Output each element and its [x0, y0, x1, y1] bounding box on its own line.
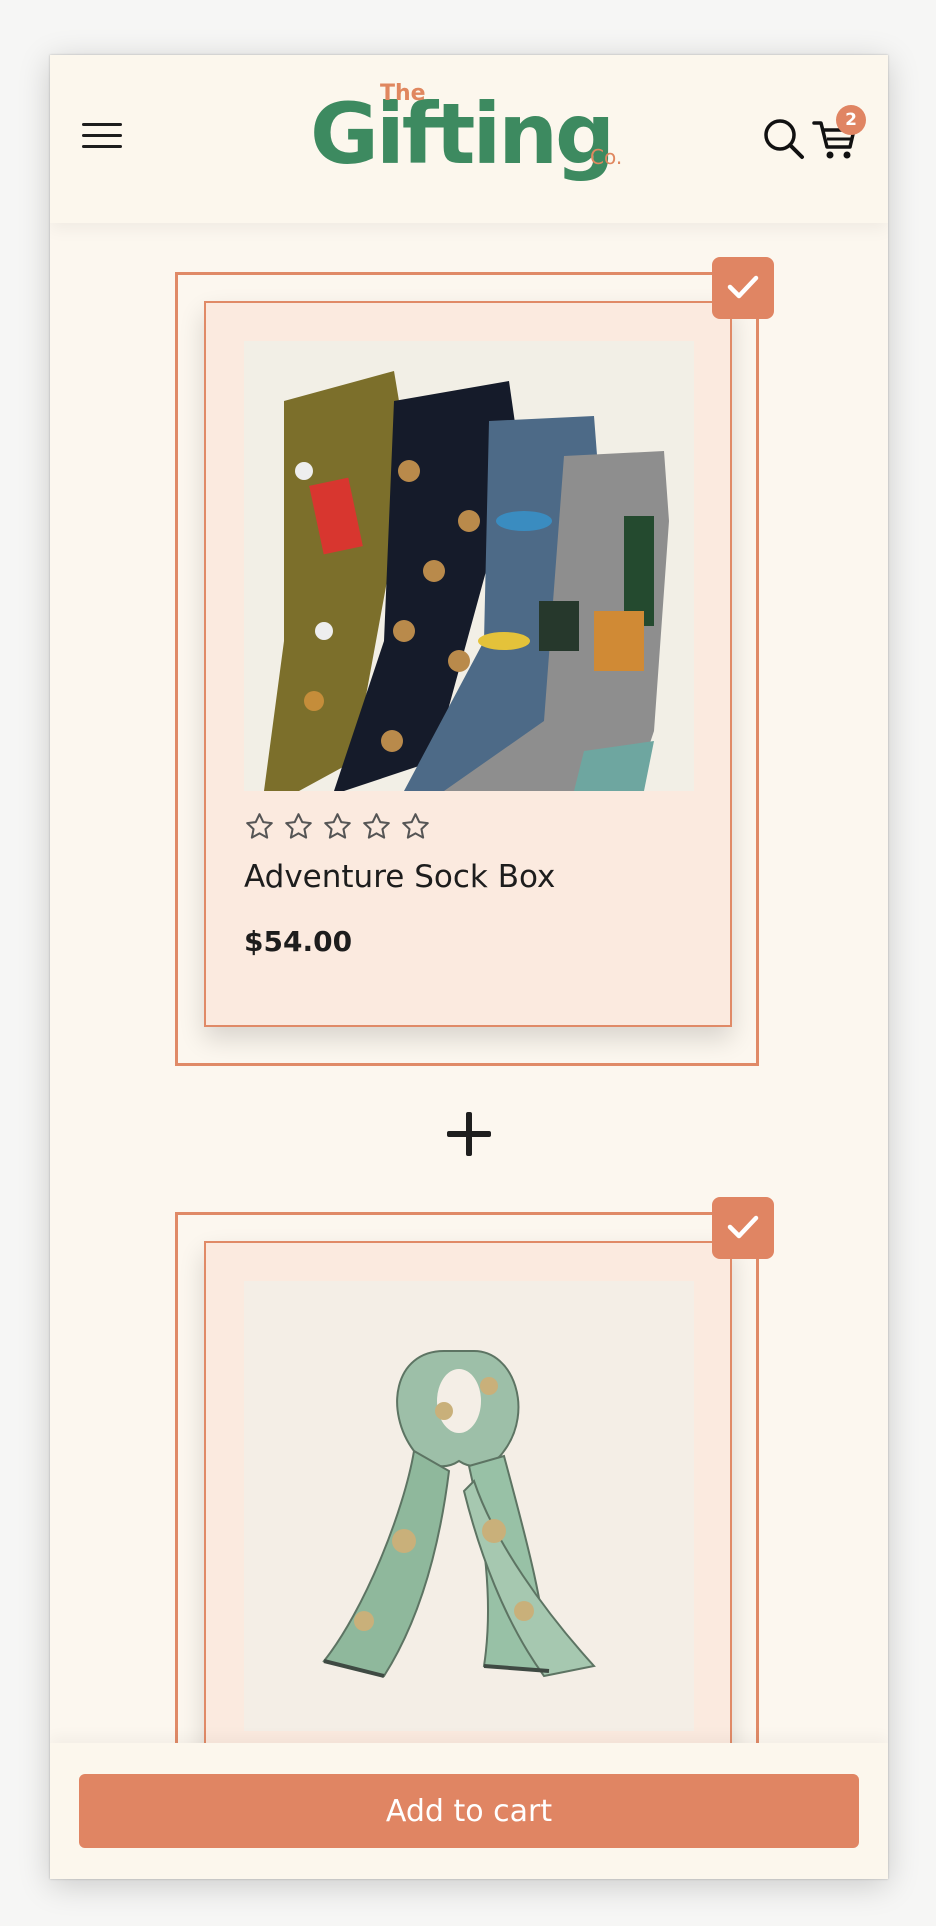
- product-image-scarf[interactable]: [244, 1281, 694, 1731]
- search-icon[interactable]: [762, 117, 806, 161]
- star-icon[interactable]: [283, 811, 314, 842]
- product-image-socks[interactable]: [244, 341, 694, 791]
- sticky-footer: Add to cart: [50, 1743, 888, 1879]
- product-card-inner: Adventure Sock Box $54.00: [204, 301, 732, 1027]
- site-header: Gifting The Co. 2: [50, 55, 888, 223]
- plus-icon: [447, 1112, 491, 1156]
- select-checkbox-product-1[interactable]: [712, 257, 774, 319]
- logo-co-text: Co.: [590, 145, 623, 169]
- hamburger-menu-icon[interactable]: [82, 121, 122, 151]
- product-card-1[interactable]: Adventure Sock Box $54.00: [175, 272, 759, 1066]
- product-price: $54.00: [244, 925, 353, 958]
- star-icon[interactable]: [361, 811, 392, 842]
- product-name[interactable]: Adventure Sock Box: [244, 859, 555, 895]
- logo-the-text: The: [380, 81, 426, 106]
- star-icon[interactable]: [400, 811, 431, 842]
- star-rating[interactable]: [244, 811, 431, 843]
- star-icon[interactable]: [244, 811, 275, 842]
- select-checkbox-product-2[interactable]: [712, 1197, 774, 1259]
- cart-count-badge: 2: [836, 105, 866, 135]
- logo-main-text: Gifting: [310, 85, 615, 183]
- checkmark-icon: [727, 275, 759, 299]
- site-logo[interactable]: Gifting The Co.: [310, 77, 640, 187]
- phone-screen: Gifting The Co. 2 Adventure Sock Box $54…: [50, 55, 888, 1879]
- add-to-cart-button[interactable]: Add to cart: [79, 1774, 859, 1848]
- star-icon[interactable]: [322, 811, 353, 842]
- checkmark-icon: [727, 1215, 759, 1239]
